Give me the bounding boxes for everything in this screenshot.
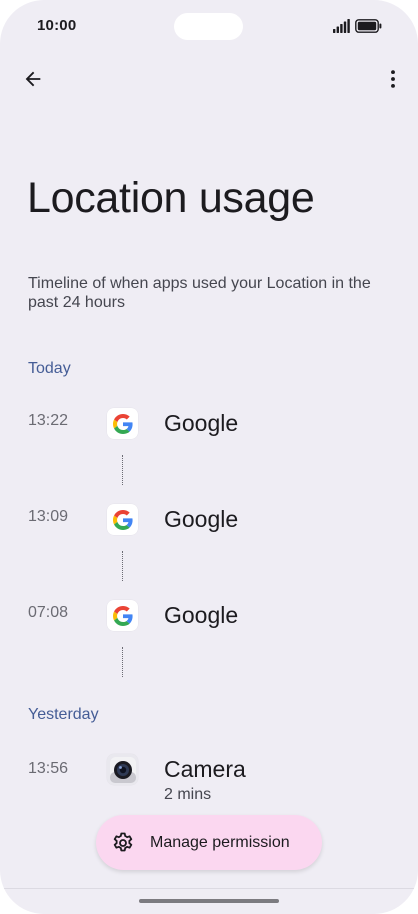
camera-cutout: [174, 13, 243, 40]
entry-app-name: Google: [164, 410, 239, 436]
camera-icon: [107, 754, 138, 785]
google-icon: [107, 600, 138, 631]
home-indicator[interactable]: [139, 899, 279, 903]
status-bar: 10:00: [0, 0, 418, 54]
entry-time: 13:22: [28, 412, 69, 429]
google-icon: [107, 504, 138, 535]
section-header-today: Today: [28, 360, 71, 377]
timeline-entry[interactable]: 13:22 Google: [0, 398, 418, 450]
nav-divider: [0, 888, 418, 889]
page-subtitle: Timeline of when apps used your Location…: [28, 275, 371, 311]
entry-app-name: Google: [164, 602, 239, 628]
timeline-connector: [122, 551, 123, 581]
entry-time: 07:08: [28, 604, 69, 621]
timeline-entry[interactable]: 13:09 Google: [0, 494, 418, 546]
manage-permission-button[interactable]: Manage permission: [96, 815, 322, 870]
entry-app-name: Google: [164, 506, 239, 532]
gear-icon: [113, 832, 133, 852]
timeline-connector: [122, 455, 123, 485]
entry-duration: 2 mins: [164, 786, 212, 803]
cellular-signal-icon: [333, 19, 350, 33]
more-vert-icon: [391, 70, 395, 88]
section-header-yesterday: Yesterday: [28, 706, 99, 723]
timeline-connector: [122, 647, 123, 677]
more-options-button[interactable]: [374, 60, 412, 98]
timeline-entry[interactable]: 07:08 Google: [0, 590, 418, 642]
arrow-back-icon: [25, 71, 41, 87]
entry-time: 13:09: [28, 508, 69, 525]
google-icon: [107, 408, 138, 439]
back-button[interactable]: [14, 60, 52, 98]
screen: 10:00 Location usage Timeline of when ap…: [0, 0, 418, 914]
timeline-entry[interactable]: 13:56 Camera 2 mins: [0, 744, 418, 808]
entry-time: 13:56: [28, 760, 69, 777]
page-title: Location usage: [27, 174, 315, 222]
status-time: 10:00: [37, 17, 77, 34]
entry-app-name: Camera: [164, 756, 246, 782]
battery-full-icon: [355, 19, 382, 33]
manage-permission-label: Manage permission: [150, 834, 290, 851]
